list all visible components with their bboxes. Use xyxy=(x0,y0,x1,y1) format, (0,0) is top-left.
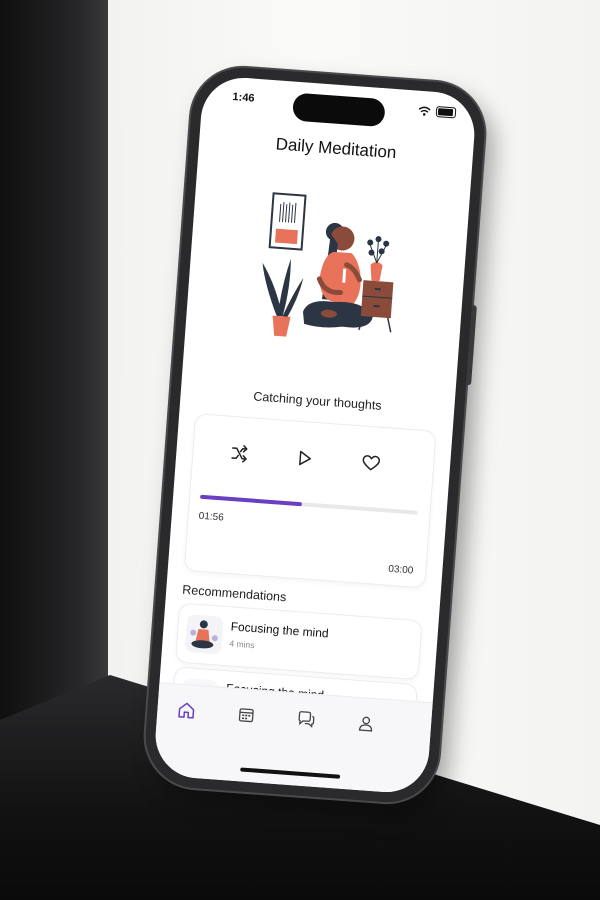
phone-device: 1:46 Daily Meditation Catching your thou… xyxy=(141,64,489,806)
track-caption: Catching your thoughts xyxy=(252,389,383,413)
heart-icon xyxy=(362,455,381,471)
app-screen: 1:46 Daily Meditation Catching your thou… xyxy=(152,74,478,796)
total-time: 03:00 xyxy=(387,563,414,577)
recommendation-title: Focusing the mind xyxy=(230,619,330,641)
favorite-button[interactable] xyxy=(358,450,384,476)
bottom-tab-bar xyxy=(152,682,433,796)
current-time: 01:56 xyxy=(198,510,225,524)
play-icon xyxy=(299,450,312,466)
home-indicator xyxy=(240,767,341,779)
progress-bar[interactable] xyxy=(200,494,418,515)
dynamic-island xyxy=(291,92,386,128)
calendar-icon xyxy=(238,708,254,723)
audio-player-card: 01:56 03:00 xyxy=(183,413,437,589)
page-title: Daily Meditation xyxy=(275,134,398,163)
shuffle-icon xyxy=(231,445,248,463)
play-button[interactable] xyxy=(292,446,318,472)
status-icons xyxy=(418,105,457,119)
profile-icon xyxy=(358,716,373,732)
tab-profile[interactable] xyxy=(354,712,378,736)
recommendation-thumbnail xyxy=(184,614,224,655)
tab-messages[interactable] xyxy=(294,707,318,731)
tab-home[interactable] xyxy=(175,699,199,723)
home-icon xyxy=(178,702,195,719)
status-time: 1:46 xyxy=(232,91,255,105)
progress-fill xyxy=(200,494,303,507)
recommendations-heading: Recommendations xyxy=(181,582,287,605)
recommendation-duration: 4 mins xyxy=(229,638,255,651)
wifi-icon xyxy=(418,106,431,116)
shuffle-button[interactable] xyxy=(227,441,253,467)
tab-calendar[interactable] xyxy=(235,703,259,727)
chat-icon xyxy=(298,711,315,728)
battery-icon xyxy=(435,106,457,119)
meditation-illustration xyxy=(262,192,394,337)
